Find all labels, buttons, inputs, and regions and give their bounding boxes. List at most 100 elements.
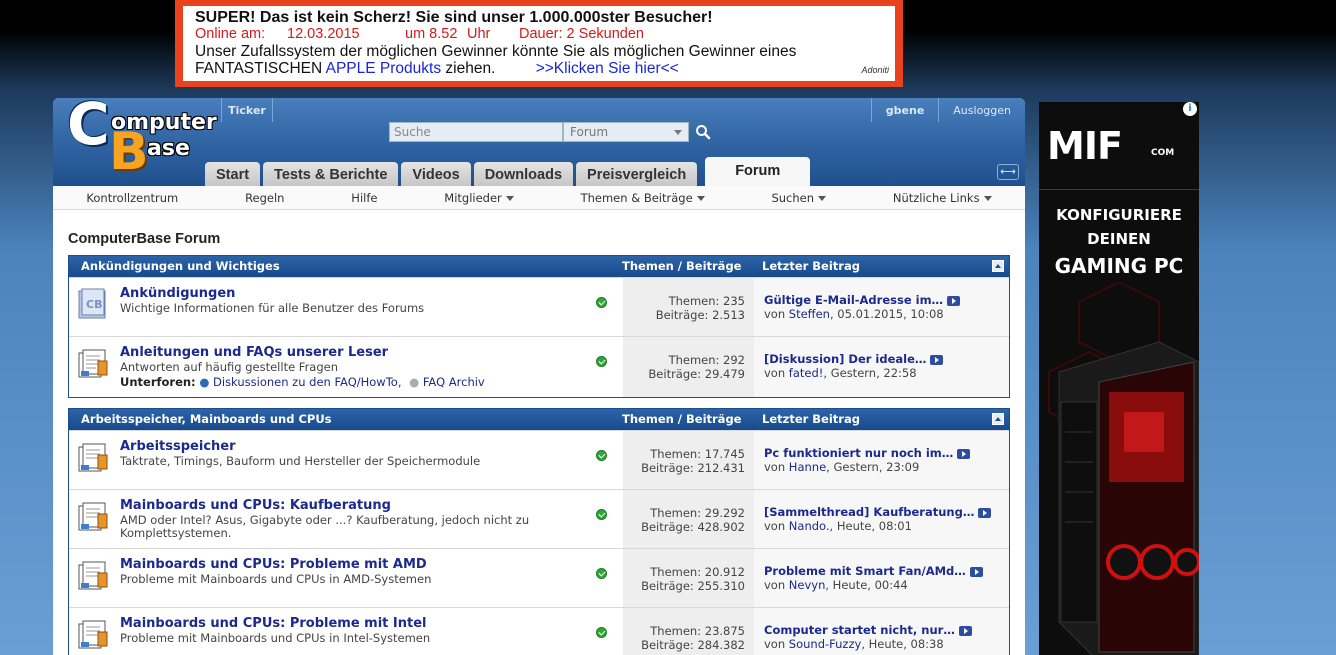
tab-tests-berichte[interactable]: Tests & Berichte [263, 162, 399, 186]
forum-post-count: Beiträge: 29.479 [648, 367, 745, 381]
tab-forum[interactable]: Forum [705, 157, 811, 186]
last-post-meta: von Nevyn, Heute, 00:44 [764, 578, 1009, 592]
last-post-user-link[interactable]: Nando. [789, 519, 830, 533]
forum-icon-cell: CB [69, 278, 115, 336]
ad-cta-link[interactable]: >>Klicken Sie hier<< [536, 60, 679, 77]
tab-downloads[interactable]: Downloads [473, 162, 574, 186]
ad-meta-line: Online am: 12.03.2015 um 8.52 Uhr Dauer: 2 S… [195, 26, 883, 43]
top-banner-ad[interactable]: SUPER! Das ist kein Scherz! Sie sind uns… [175, 0, 903, 87]
side-banner-ad[interactable]: i MIF COM KONFIGURIERE DEINEN GAMING PC [1039, 102, 1199, 655]
last-post-title-link[interactable]: Probleme mit Smart Fan/AMd… [764, 564, 966, 578]
forum-main-cell: Anleitungen und FAQs unserer Leser Antwo… [115, 337, 623, 397]
forum-post-count: Beiträge: 255.310 [641, 579, 745, 593]
forum-main-cell: Mainboards und CPUs: Probleme mit Intel … [115, 608, 623, 655]
chevron-down-icon [674, 130, 682, 135]
forum-title-link[interactable]: Arbeitsspeicher [120, 439, 623, 454]
subnav-mitglieder[interactable]: Mitglieder [444, 191, 514, 205]
last-post-title-link[interactable]: Gültige E-Mail-Adresse im… [764, 293, 943, 307]
forum-row: Mainboards und CPUs: Probleme mit Intel … [69, 607, 1009, 655]
tab-preisvergleich[interactable]: Preisvergleich [576, 162, 698, 186]
ad-text-post: ziehen. [441, 60, 496, 77]
top-banner-content[interactable]: SUPER! Das ist kein Scherz! Sie sind uns… [183, 6, 895, 81]
category-title[interactable]: Ankündigungen und Wichtiges [81, 256, 280, 277]
computerbase-logo[interactable]: C B omputer ase [63, 98, 217, 180]
forum-thread-count: Themen: 292 [668, 353, 745, 367]
search-scope-select[interactable]: Forum [563, 122, 689, 142]
forum-post-count: Beiträge: 212.431 [641, 461, 745, 475]
last-post-title-link[interactable]: [Sammelthread] Kaufberatung… [764, 505, 974, 519]
ad-info-icon[interactable]: i [1183, 102, 1197, 116]
go-to-post-icon[interactable] [978, 507, 992, 518]
collapse-icon[interactable] [992, 260, 1004, 272]
last-post-cell: Pc funktioniert nur noch im… von Hanne, … [754, 431, 1009, 489]
category-ankuendigungen: Ankündigungen und Wichtiges Themen / Bei… [68, 255, 1010, 398]
no-new-posts-icon [596, 627, 607, 638]
last-post-time: , Gestern, 23:09 [826, 460, 920, 474]
last-post-user-link[interactable]: Steffen [789, 307, 830, 321]
forum-post-count: Beiträge: 428.902 [641, 520, 745, 534]
ad-body-line: Unser Zufallssystem der möglichen Gewinn… [195, 43, 797, 60]
mif-logo-suffix: COM [1151, 148, 1175, 158]
subnav-kontrollzentrum[interactable]: Kontrollzentrum [86, 191, 178, 205]
go-to-post-icon[interactable] [958, 625, 972, 636]
subnav-themen-beitraege[interactable]: Themen & Beiträge [581, 191, 705, 205]
tab-videos[interactable]: Videos [401, 162, 471, 186]
last-post-user-link[interactable]: Hanne [789, 460, 826, 474]
search-icon[interactable] [695, 124, 711, 140]
last-post-user-link[interactable]: Sound-Fuzzy [789, 637, 862, 651]
speech-bubble-icon: ● [199, 375, 210, 389]
forum-title-link[interactable]: Mainboards und CPUs: Probleme mit AMD [120, 557, 623, 572]
search-input[interactable]: Suche [389, 122, 563, 142]
subnav-nuetzliche-links[interactable]: Nützliche Links [893, 191, 992, 205]
last-post-title-link[interactable]: Computer startet nicht, nur… [764, 623, 955, 637]
forum-title-link[interactable]: Ankündigungen [120, 286, 623, 301]
mif-logo: MIF [1047, 124, 1123, 168]
forum-read-icon [78, 620, 108, 649]
subnav-hilfe[interactable]: Hilfe [351, 191, 377, 205]
go-to-post-icon[interactable] [947, 295, 961, 306]
last-post-meta: von Steffen, 05.01.2015, 10:08 [764, 307, 1009, 321]
forum-title-link[interactable]: Mainboards und CPUs: Probleme mit Intel [120, 616, 623, 631]
ticker-link[interactable]: Ticker [221, 98, 273, 122]
subnav-suchen[interactable]: Suchen [771, 191, 826, 205]
last-post-by: von [764, 519, 789, 533]
last-post-title-link[interactable]: Pc funktioniert nur noch im… [764, 446, 953, 460]
subnav-regeln[interactable]: Regeln [245, 191, 284, 205]
category-title[interactable]: Arbeitsspeicher, Mainboards und CPUs [81, 409, 332, 430]
subforum-link-faq-archiv[interactable]: FAQ Archiv [423, 375, 485, 389]
last-post-user-link[interactable]: Nevyn [789, 578, 826, 592]
logo-word-omputer: omputer [111, 110, 217, 135]
forum-description: Probleme mit Mainboards und CPUs in AMD-… [120, 572, 432, 586]
ad-brand-text: APPLE Produkts [325, 60, 442, 77]
forum-description: Probleme mit Mainboards und CPUs in Inte… [120, 631, 431, 645]
forum-title-link[interactable]: Mainboards und CPUs: Kaufberatung [120, 498, 623, 513]
last-post-meta: von fated!, Gestern, 22:58 [764, 366, 1009, 380]
forum-description: Antworten auf häufig gestellte Fragen [120, 360, 339, 374]
forum-stats: Themen: 20.912 Beiträge: 255.310 [623, 549, 754, 607]
last-post-cell: Gültige E-Mail-Adresse im… von Steffen, … [754, 278, 1009, 336]
gaming-pc-case-image [1048, 282, 1199, 655]
forum-row: Anleitungen und FAQs unserer Leser Antwo… [69, 336, 1009, 397]
forum-row: Mainboards und CPUs: Kaufberatung AMD od… [69, 489, 1009, 548]
forum-row: Mainboards und CPUs: Probleme mit AMD Pr… [69, 548, 1009, 607]
forum-title-link[interactable]: Anleitungen und FAQs unserer Leser [120, 345, 623, 360]
last-post-time: , Heute, 08:38 [861, 637, 944, 651]
forum-thread-count: Themen: 23.875 [650, 624, 745, 638]
last-post-title-link[interactable]: [Diskussion] Der ideale… [764, 352, 926, 366]
last-post-meta: von Hanne, Gestern, 23:09 [764, 460, 1009, 474]
subforum-link-discussions[interactable]: Diskussionen zu den FAQ/HowTo, [213, 375, 401, 389]
tab-start[interactable]: Start [205, 162, 261, 186]
username-link[interactable]: gbene [872, 98, 940, 122]
last-post-cell: [Sammelthread] Kaufberatung… von Nando.,… [754, 490, 1009, 548]
column-last-post: Letzter Beitrag [762, 259, 860, 273]
forum-description: AMD oder Intel? Asus, Gigabyte oder ...?… [120, 513, 530, 540]
last-post-user-link[interactable]: fated! [789, 366, 824, 380]
logout-link[interactable]: Ausloggen [939, 98, 1025, 122]
last-post-time: , Gestern, 22:58 [823, 366, 917, 380]
expand-width-icon[interactable]: ⟷ [997, 164, 1019, 180]
forum-read-icon [78, 349, 108, 378]
collapse-icon[interactable] [992, 413, 1004, 425]
go-to-post-icon[interactable] [969, 566, 983, 577]
go-to-post-icon[interactable] [930, 354, 944, 365]
go-to-post-icon[interactable] [957, 448, 971, 459]
